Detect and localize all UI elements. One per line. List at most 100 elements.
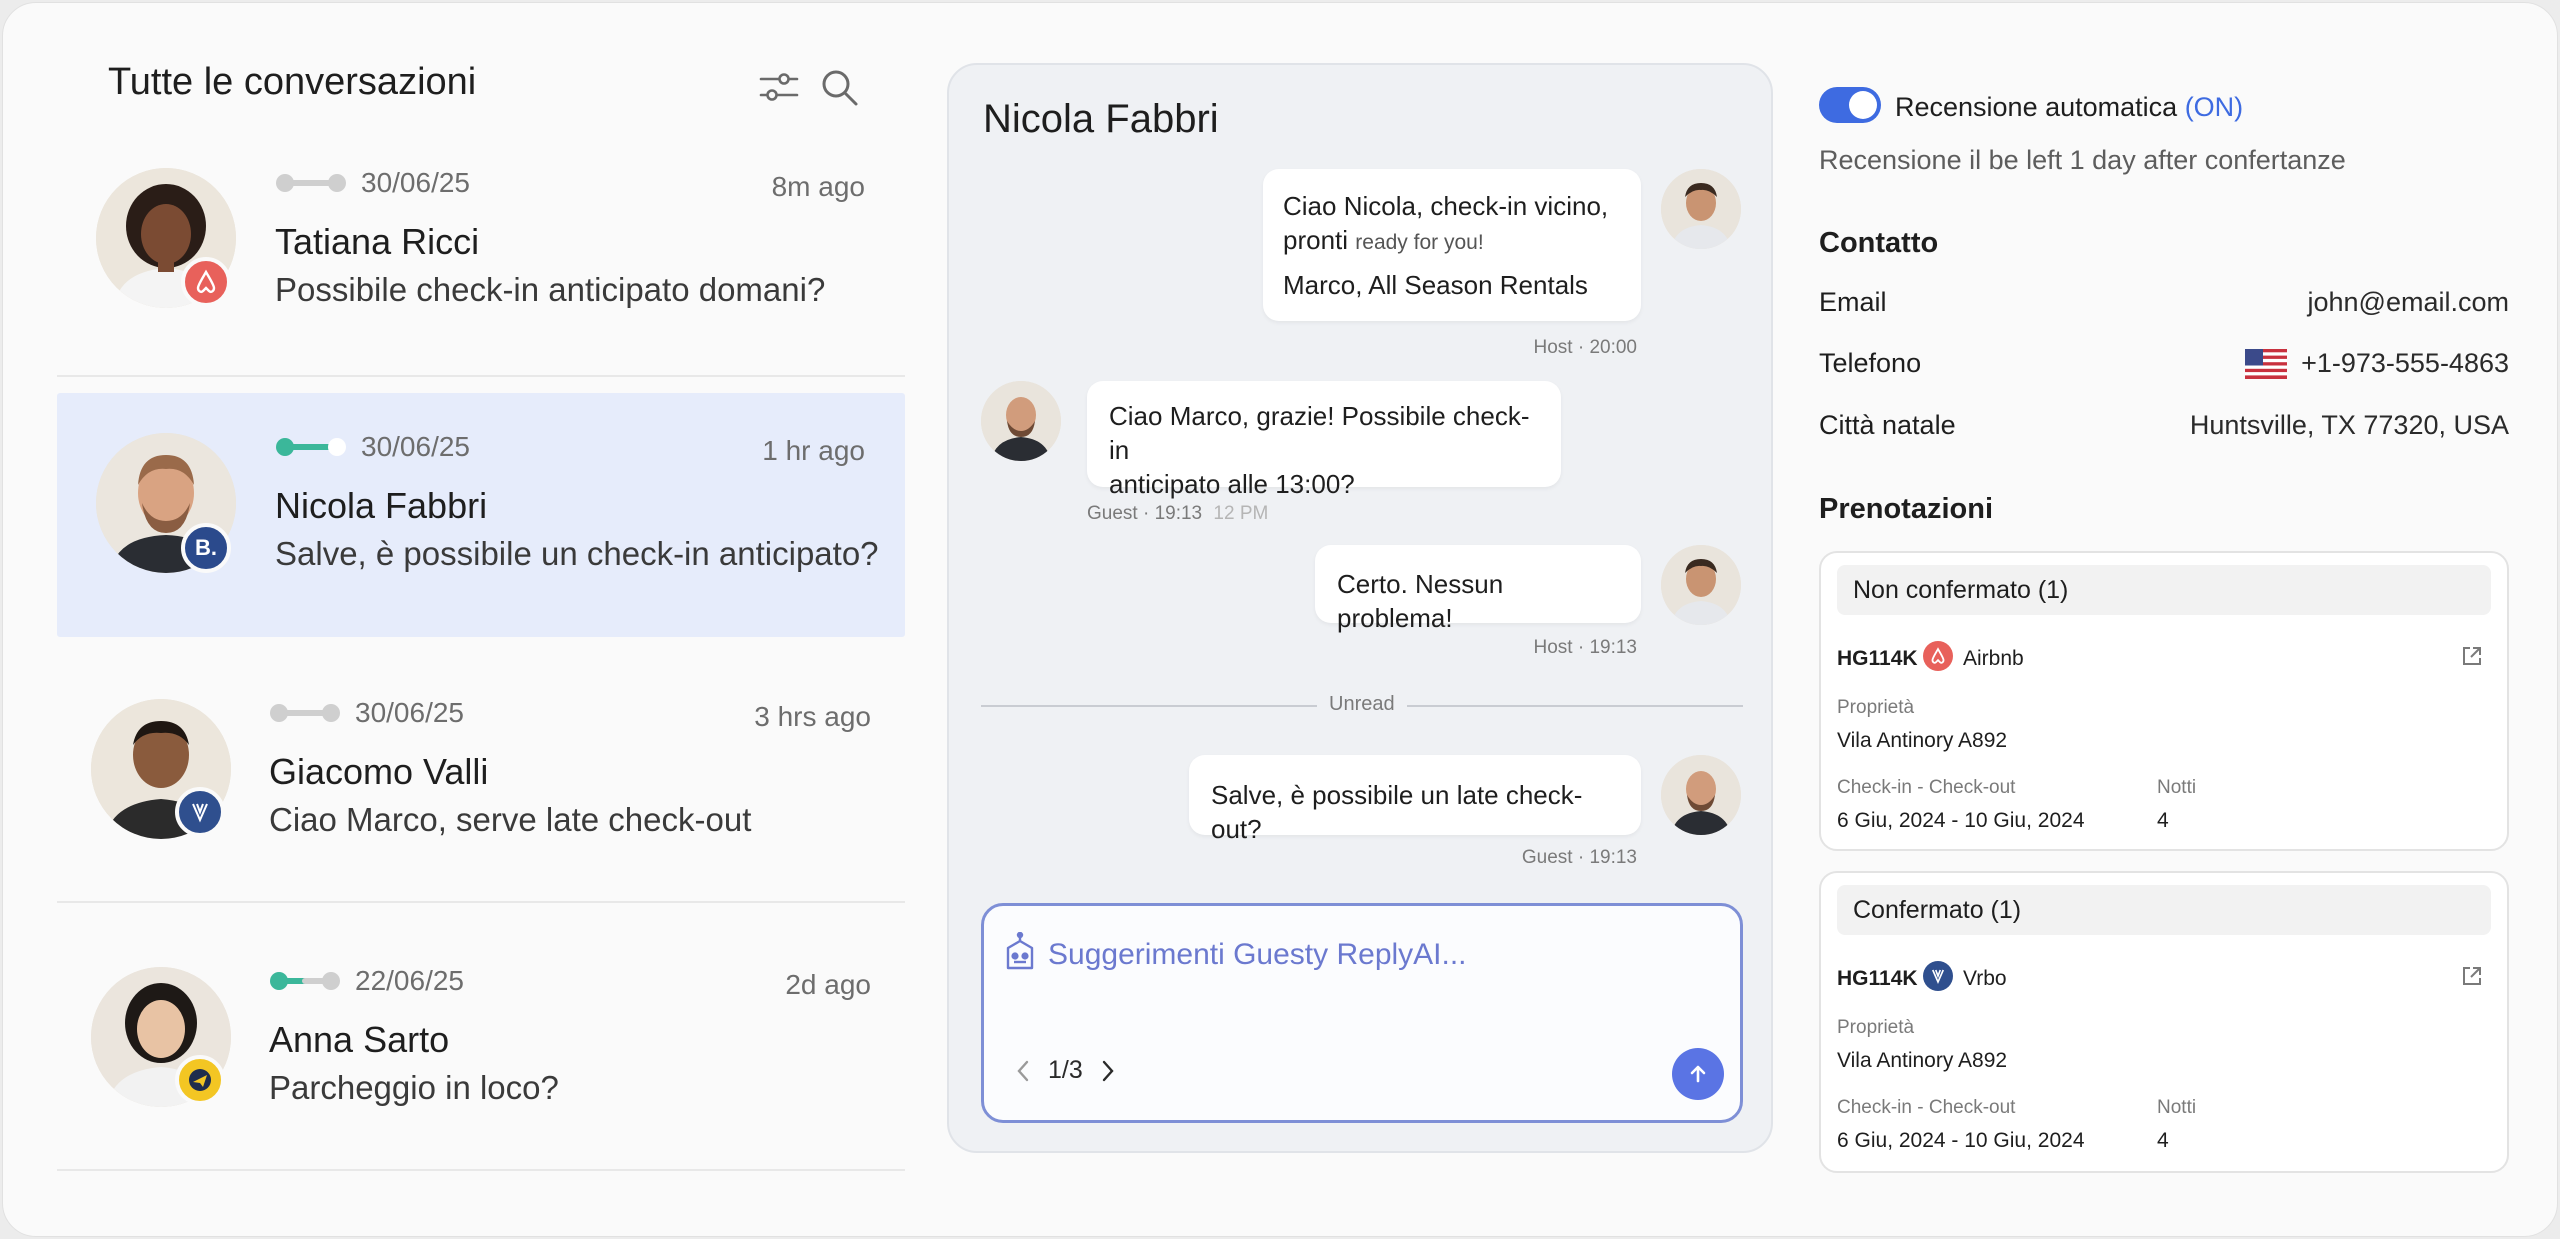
conversation-time-ago: 3 hrs ago xyxy=(754,701,871,732)
message-meta: Host · 19:13 xyxy=(1533,637,1638,658)
message-signature: Marco, All Season Rentals xyxy=(1283,270,1588,300)
dates-label: Check-in - Check-out xyxy=(1837,1097,2016,1118)
message-meta-text: Guest · 19:13 xyxy=(1087,503,1203,524)
dates-value: 6 Giu, 2024 - 10 Giu, 2024 xyxy=(1837,809,2085,832)
conversation-name: Nicola Fabbri xyxy=(275,485,488,526)
reply-placeholder: Suggerimenti Guesty ReplyAI... xyxy=(1048,938,1467,971)
conversation-preview: Salve, è possibile un check-in anticipat… xyxy=(275,535,879,572)
booking-platform: Vrbo xyxy=(1963,967,2007,990)
nights-label: Notti xyxy=(2157,777,2197,798)
booking-icon: B. xyxy=(181,523,231,573)
vrbo-icon xyxy=(175,787,225,837)
auto-review-toggle[interactable] xyxy=(1819,87,1881,123)
dates-label: Check-in - Check-out xyxy=(1837,777,2016,798)
booking-code: HG114K xyxy=(1837,967,1918,990)
airbnb-icon xyxy=(1923,641,1953,671)
city-label: Città natale xyxy=(1819,410,1956,440)
host-message: Certo. Nessun problema! xyxy=(1315,545,1641,633)
nights-value: 4 xyxy=(2157,809,2169,832)
status-indicator xyxy=(270,704,340,722)
app-window: Tutte le conversazioni 30/06/25 8m ago T… xyxy=(2,2,2558,1237)
conversation-name: Tatiana Ricci xyxy=(275,221,480,262)
conversation-date: 22/06/25 xyxy=(355,965,464,996)
conversation-preview: Parcheggio in loco? xyxy=(269,1069,559,1106)
guest-avatar xyxy=(981,381,1061,461)
status-indicator xyxy=(270,972,340,990)
send-button[interactable] xyxy=(1672,1048,1724,1100)
us-flag-icon xyxy=(2245,348,2288,379)
conversation-time-ago: 1 hr ago xyxy=(762,435,865,466)
message-line: Ciao Nicola, check-in vicino, xyxy=(1283,191,1609,221)
message-line: Ciao Marco, grazie! Possibile check-in xyxy=(1109,401,1530,465)
booking-card[interactable]: Confermato (1) HG114K Vrbo Proprietà Vil… xyxy=(1819,871,2509,1173)
conversation-time-ago: 2d ago xyxy=(785,969,871,1000)
external-link-icon[interactable] xyxy=(2459,643,2485,669)
conversation-item[interactable]: 22/06/25 2d ago Anna Sarto Parcheggio in… xyxy=(57,927,905,1171)
message-line: anticipato alle 13:00? xyxy=(1109,469,1355,499)
bookings-section-title: Prenotazioni xyxy=(1819,493,1994,525)
external-link-icon[interactable] xyxy=(2459,963,2485,989)
conversation-name: Anna Sarto xyxy=(269,1019,450,1060)
booking-status: Confermato (1) xyxy=(1837,885,2491,935)
nights-label: Notti xyxy=(2157,1097,2197,1118)
property-value: Vila Antinory A892 xyxy=(1837,729,2008,752)
conversation-item[interactable]: 30/06/25 3 hrs ago Giacomo Valli Ciao Ma… xyxy=(57,659,905,903)
nights-value: 4 xyxy=(2157,1129,2169,1152)
city-value: Huntsville, TX 77320, USA xyxy=(2189,410,2509,440)
suggestion-pager: 1/3 xyxy=(1014,1056,1117,1085)
property-label: Proprietà xyxy=(1837,1017,1915,1038)
message-meta: Guest · 19:13 12 PM xyxy=(1087,503,1268,525)
reply-input[interactable]: Suggerimenti Guesty ReplyAI... 1/3 xyxy=(981,903,1743,1123)
ai-assistant-icon xyxy=(1006,932,1034,970)
search-icon[interactable] xyxy=(817,65,861,109)
host-avatar xyxy=(1661,545,1741,625)
filter-icon[interactable] xyxy=(757,65,801,109)
conversation-preview: Possibile check-in anticipato domani? xyxy=(275,271,826,308)
auto-review-label-text: Recensione automatica xyxy=(1895,92,2178,122)
message-meta: Host · 20:00 xyxy=(1533,337,1638,358)
unread-divider-label: Unread xyxy=(1329,693,1395,715)
conversation-time-ago: 8m ago xyxy=(771,171,865,202)
booking-status: Non confermato (1) xyxy=(1837,565,2491,615)
email-label: Email xyxy=(1819,287,1887,317)
status-indicator xyxy=(276,174,346,192)
conversation-name: Giacomo Valli xyxy=(269,751,489,792)
conversation-item-active[interactable]: B. 30/06/25 1 hr ago Nicola Fabbri Salve… xyxy=(57,393,905,637)
chevron-left-icon[interactable] xyxy=(1014,1058,1032,1084)
phone-row: +1-973-555-4863 xyxy=(2245,348,2509,379)
unread-divider-line xyxy=(981,705,1317,707)
booking-code: HG114K xyxy=(1837,647,1918,670)
host-avatar xyxy=(1661,169,1741,249)
status-indicator xyxy=(276,438,346,456)
conversation-date: 30/06/25 xyxy=(361,167,470,198)
message-text: pronti xyxy=(1283,225,1356,255)
message-meta: Guest · 19:13 xyxy=(1521,847,1637,868)
booking-platform: Airbnb xyxy=(1963,647,2024,670)
chevron-right-icon[interactable] xyxy=(1099,1058,1117,1084)
booking-card[interactable]: Non confermato (1) HG114K Airbnb Proprie… xyxy=(1819,551,2509,851)
phone-label: Telefono xyxy=(1819,348,1922,378)
phone-value[interactable]: +1-973-555-4863 xyxy=(2301,348,2509,379)
property-value: Vila Antinory A892 xyxy=(1837,1049,2008,1072)
property-label: Proprietà xyxy=(1837,697,1915,718)
email-value[interactable]: john@email.com xyxy=(2308,287,2510,318)
chat-title: Nicola Fabbri xyxy=(983,97,1219,141)
conversation-date: 30/06/25 xyxy=(361,431,470,462)
guest-details-panel: Recensione automatica (ON) Recensione il… xyxy=(1819,3,2509,1236)
arrow-up-icon xyxy=(1690,1065,1706,1083)
list-title: Tutte le conversazioni xyxy=(108,61,477,103)
conversation-preview: Ciao Marco, serve late check-out xyxy=(269,801,752,838)
host-message: Ciao Nicola, check-in vicino, pronti rea… xyxy=(1263,169,1641,321)
auto-review-state: (ON) xyxy=(2184,92,2244,122)
conversation-list: Tutte le conversazioni 30/06/25 8m ago T… xyxy=(57,3,905,1236)
conversation-item[interactable]: 30/06/25 8m ago Tatiana Ricci Possibile … xyxy=(57,133,905,377)
message-line: pronti ready for you! xyxy=(1283,223,1621,260)
auto-review-label: Recensione automatica (ON) xyxy=(1895,92,2243,123)
chat-panel: Nicola Fabbri Ciao Nicola, check-in vici… xyxy=(947,63,1773,1153)
expedia-icon xyxy=(175,1055,225,1105)
unread-divider-line xyxy=(1407,705,1743,707)
pager-count: 1/3 xyxy=(1048,1056,1083,1084)
airbnb-icon xyxy=(181,257,231,307)
message-meta-extra: 12 PM xyxy=(1213,503,1269,524)
conversation-date: 30/06/25 xyxy=(355,697,464,728)
